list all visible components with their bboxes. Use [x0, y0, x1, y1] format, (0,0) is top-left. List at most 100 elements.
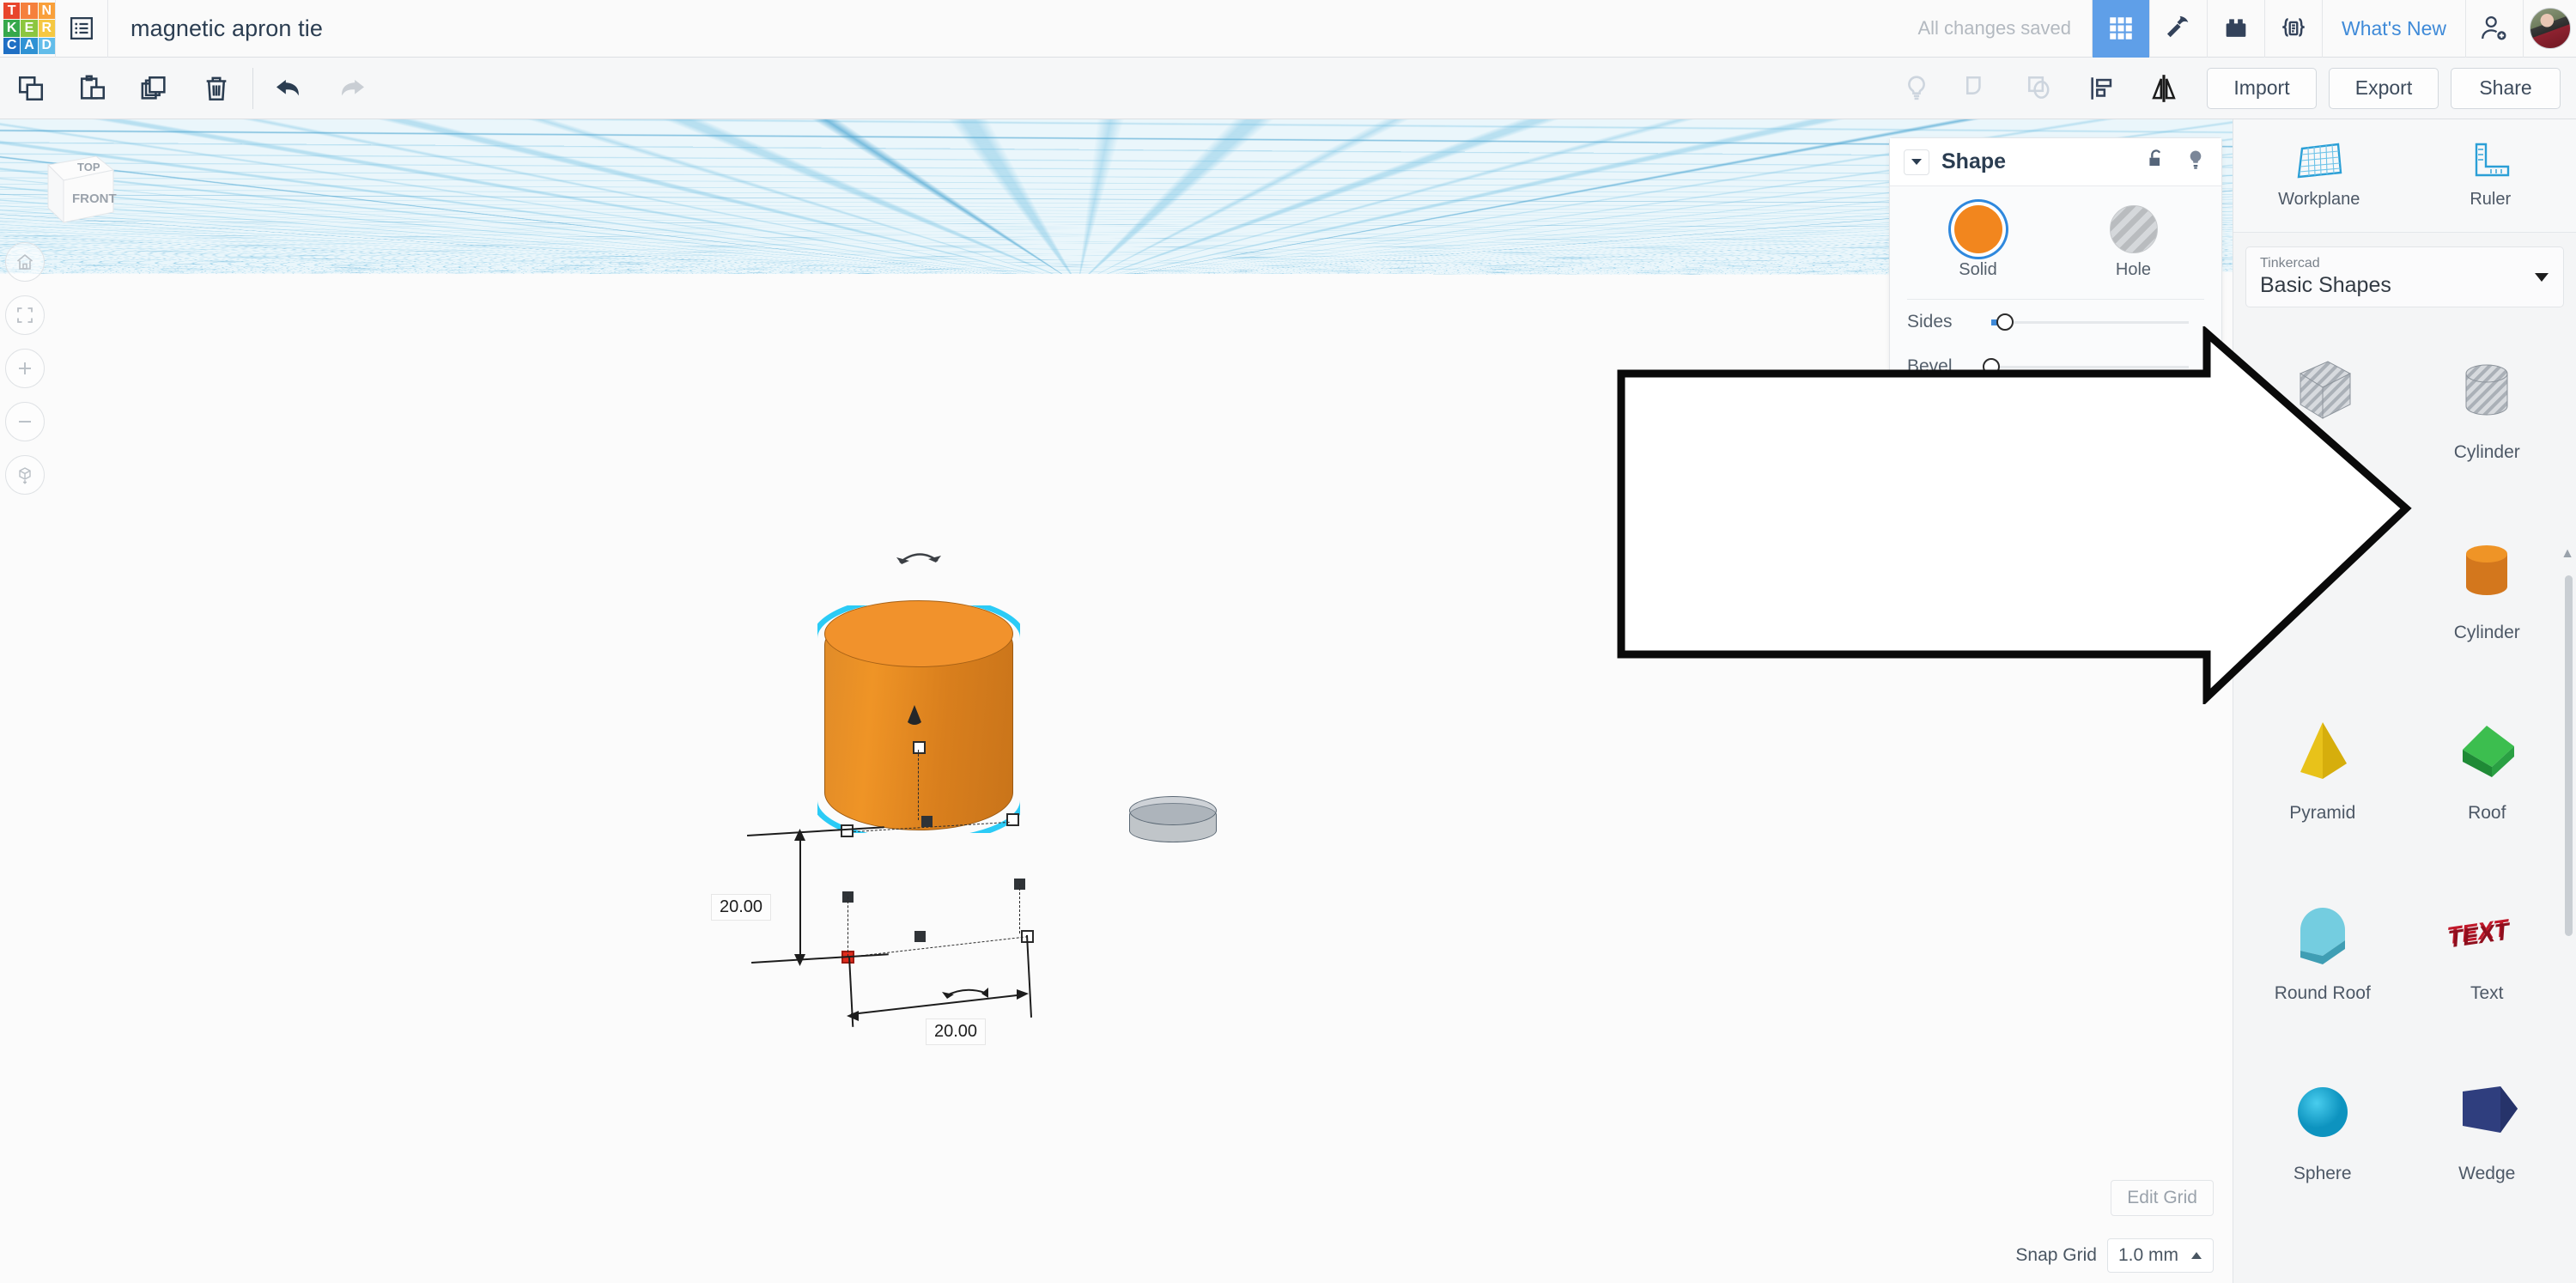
edit-toolbar: Import Export Share — [0, 58, 2576, 119]
logo-tile: T — [3, 3, 21, 20]
sidebar-item-workplane[interactable]: Workplane — [2233, 119, 2405, 232]
hole-label: Hole — [2115, 260, 2152, 279]
sphere-icon — [2297, 1087, 2348, 1137]
view-cube[interactable]: TOP FRONT — [24, 141, 117, 234]
add-person-icon[interactable] — [2465, 0, 2523, 58]
snap-grid-select[interactable]: 1.0 mm — [2106, 1238, 2214, 1273]
width-dimension-label[interactable]: 20.00 — [926, 1018, 987, 1045]
shape-item-sphere[interactable]: Sphere — [2240, 1051, 2405, 1206]
hole-cylinder-top — [1129, 796, 1217, 825]
center-handle[interactable] — [921, 816, 933, 827]
library-selector[interactable]: Tinkercad Basic Shapes — [2245, 246, 2564, 307]
edit-grid-button[interactable]: Edit Grid — [2111, 1180, 2214, 1216]
sidebar-item-ruler[interactable]: Ruler — [2405, 119, 2576, 232]
height-dimension-label[interactable]: 20.00 — [711, 894, 772, 921]
lightbulb-hint-icon[interactable] — [1886, 58, 1947, 119]
minecraft-pickaxe-icon[interactable] — [2149, 0, 2207, 58]
topbar-right-group: All changes saved What's New — [1917, 0, 2576, 58]
roof-icon — [2463, 726, 2515, 777]
mirror-flip-icon[interactable] — [2133, 58, 2195, 119]
shape-label: Sphere — [2293, 1164, 2352, 1183]
paste-icon[interactable] — [62, 58, 124, 119]
list-menu-icon[interactable] — [55, 0, 108, 58]
sidebar-scrollbar[interactable] — [2565, 575, 2573, 936]
lightbulb-icon[interactable] — [2184, 148, 2208, 176]
logo-tile: A — [21, 37, 38, 54]
delete-trash-icon[interactable] — [185, 58, 247, 119]
user-avatar-image — [2529, 8, 2571, 49]
unlock-icon[interactable] — [2144, 148, 2168, 176]
ungroup-icon[interactable] — [2009, 58, 2071, 119]
copy-icon[interactable] — [0, 58, 62, 119]
whats-new-link[interactable]: What's New — [2322, 0, 2465, 58]
grid-apps-icon[interactable] — [2092, 0, 2150, 58]
round-roof-icon — [2300, 908, 2345, 964]
orthographic-toggle-icon[interactable] — [5, 455, 45, 495]
bevel-slider[interactable] — [1983, 357, 2189, 375]
shape-item-wedge[interactable]: Wedge — [2405, 1051, 2570, 1206]
bevel-label: Bevel — [1907, 356, 1953, 376]
lego-brick-icon[interactable] — [2207, 0, 2264, 58]
shape-inspector-panel: Shape Solid Hole Sides Bevel — [1889, 137, 2222, 390]
viewcube-top-label: TOP — [77, 161, 100, 173]
zoom-in-icon[interactable] — [5, 349, 45, 388]
hole-swatch — [2109, 205, 2158, 253]
undo-icon[interactable] — [258, 58, 320, 119]
sides-slider-knob[interactable] — [1996, 313, 2014, 331]
shapes-grid: Box Cylinder Cylinder Pyramid Roof Round… — [2233, 318, 2576, 1283]
shape-item-box[interactable]: Box — [2240, 330, 2405, 484]
library-selector-wrap: Tinkercad Basic Shapes — [2233, 233, 2576, 318]
hole-cylinder-shape[interactable] — [1129, 796, 1217, 849]
shape-label: Cylinder — [2453, 623, 2520, 642]
group-icon[interactable] — [1947, 58, 2009, 119]
top-bar: T I N K E R C A D magnetic apron tie All… — [0, 0, 2576, 58]
hole-mode-option[interactable]: Hole — [2109, 205, 2158, 280]
shape-item-cone-partial[interactable] — [2240, 1231, 2405, 1283]
scroll-up-arrow-icon[interactable]: ▲ — [2561, 546, 2574, 562]
shape-item-text[interactable]: TEXT TEXT Text — [2405, 871, 2570, 1025]
sides-label: Sides — [1907, 312, 1953, 331]
avatar[interactable] — [2523, 0, 2576, 58]
shape-item-cylinder[interactable]: Cylinder — [2405, 510, 2570, 665]
align-icon[interactable] — [2071, 58, 2133, 119]
cylinder-solid-icon — [2466, 545, 2508, 595]
chevron-down-icon[interactable] — [1904, 149, 1929, 175]
right-mid-handle[interactable] — [1006, 813, 1019, 826]
bevel-slider-knob[interactable] — [1983, 357, 2000, 375]
shape-item-pyramid[interactable]: Pyramid — [2240, 690, 2405, 845]
home-view-icon[interactable] — [5, 242, 45, 282]
duplicate-icon[interactable] — [124, 58, 185, 119]
solid-swatch — [1953, 205, 2002, 253]
codeblocks-icon[interactable] — [2264, 0, 2322, 58]
ruler-icon — [2476, 143, 2510, 177]
solid-mode-option[interactable]: Solid — [1953, 205, 2002, 280]
text-shape-icon: TEXT TEXT — [2447, 913, 2511, 952]
shape-item-round-roof[interactable]: Round Roof — [2240, 871, 2405, 1025]
sides-slider-row: Sides — [1890, 300, 2221, 344]
height-arrow-handle — [908, 705, 921, 725]
solid-label: Solid — [1959, 260, 1997, 279]
zoom-out-icon[interactable] — [5, 402, 45, 441]
sides-slider[interactable] — [1991, 313, 2189, 331]
chevron-up-icon — [2191, 1252, 2202, 1259]
redo-icon[interactable] — [320, 58, 382, 119]
shape-item-roof[interactable]: Roof — [2405, 690, 2570, 845]
import-button[interactable]: Import — [2207, 67, 2317, 109]
share-button[interactable]: Share — [2451, 67, 2561, 109]
shapes-sidebar: Workplane Ruler Tinkercad Basic Shapes B… — [2233, 119, 2576, 1283]
tinkercad-logo[interactable]: T I N K E R C A D — [3, 3, 55, 54]
save-status: All changes saved — [1917, 17, 2072, 39]
export-button[interactable]: Export — [2329, 67, 2439, 109]
shape-label: Cylinder — [2453, 442, 2520, 462]
bottom-center-handle[interactable] — [914, 931, 926, 942]
sidebar-tools-row: Workplane Ruler — [2233, 119, 2576, 233]
logo-tile: D — [38, 37, 55, 54]
left-mid-handle[interactable] — [841, 824, 854, 837]
shape-item-sphere-partial[interactable] — [2405, 1231, 2570, 1283]
fit-to-view-icon[interactable] — [5, 295, 45, 335]
top-center-handle[interactable] — [913, 741, 926, 754]
shape-label: Pyramid — [2289, 803, 2356, 823]
cylinder-hole-icon — [2465, 364, 2508, 416]
shape-item-cylinder-hole[interactable]: Cylinder — [2405, 330, 2570, 484]
page-title[interactable]: magnetic apron tie — [131, 15, 323, 42]
